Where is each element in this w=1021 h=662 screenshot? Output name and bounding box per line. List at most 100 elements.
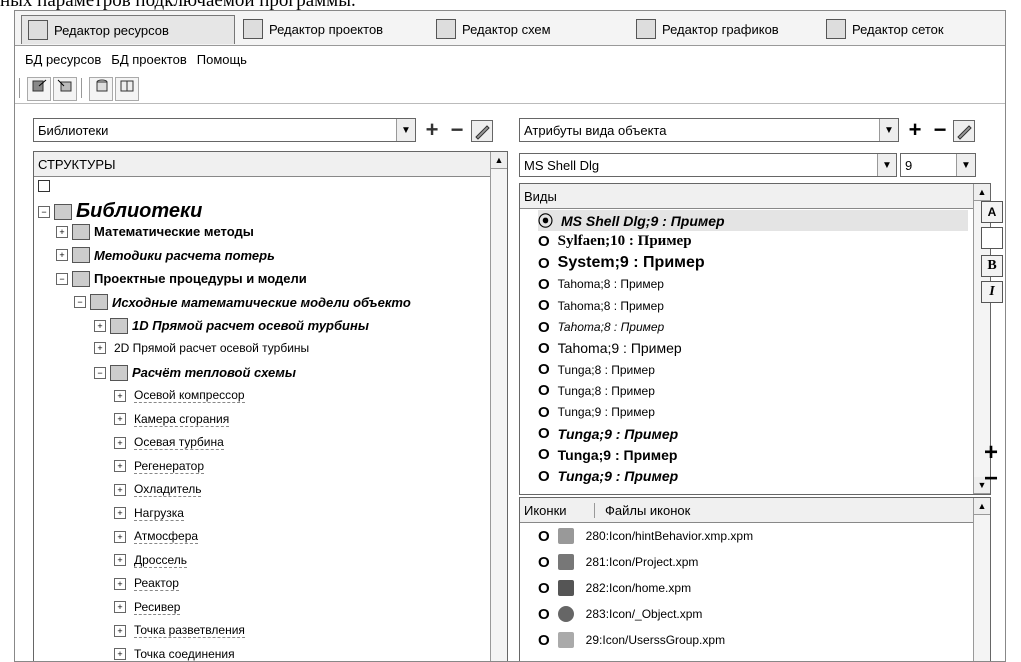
structures-scrollbar[interactable]: ▲ — [490, 152, 507, 661]
expand-toggle-icon[interactable]: + — [94, 319, 106, 332]
radio-icon[interactable]: O — [538, 632, 550, 649]
expand-toggle-icon[interactable]: + — [114, 554, 126, 566]
radio-icon[interactable]: O — [538, 404, 550, 421]
tree-item[interactable]: + Осевая турбина — [114, 435, 224, 450]
view-item[interactable]: O Tahoma;9 : Пример — [538, 338, 682, 359]
checkbox-box[interactable] — [38, 180, 50, 192]
view-item[interactable]: ⦿ MS Shell Dlg;9 : Пример — [538, 210, 968, 231]
import-button[interactable] — [53, 77, 77, 101]
tree-item[interactable]: − Расчёт тепловой схемы — [94, 364, 296, 381]
edit-library-button[interactable] — [471, 120, 493, 142]
expand-toggle-icon[interactable]: − — [56, 272, 68, 285]
tree-item[interactable]: + Точка соединения — [114, 647, 235, 661]
radio-icon[interactable]: O — [538, 554, 550, 571]
tree-item[interactable]: − Проектные процедуры и модели — [56, 270, 307, 287]
scroll-up-icon[interactable]: ▲ — [974, 184, 990, 201]
radio-icon[interactable]: O — [538, 580, 550, 597]
expand-toggle-icon[interactable]: + — [114, 624, 126, 637]
expand-toggle-icon[interactable]: + — [114, 483, 126, 496]
remove-library-button[interactable]: − — [445, 117, 469, 142]
tab-scheme-editor[interactable]: Редактор схем — [430, 17, 557, 41]
menu-help[interactable]: Помощь — [197, 52, 247, 67]
radio-icon[interactable]: O — [538, 255, 550, 272]
view-item[interactable]: O Tunga;8 : Пример — [538, 380, 655, 401]
view-item[interactable]: O Tunga;9 : Пример — [538, 402, 655, 423]
icon-file-item[interactable]: O 283:Icon/_Object.xpm — [538, 602, 702, 626]
color-button[interactable] — [981, 227, 1003, 249]
expand-toggle-icon[interactable]: + — [114, 601, 126, 613]
remove-attr-button[interactable]: − — [928, 117, 952, 142]
radio-icon[interactable]: O — [538, 382, 550, 399]
expand-toggle-icon[interactable]: + — [114, 413, 126, 425]
expand-toggle-icon[interactable]: + — [114, 507, 126, 519]
radio-icon[interactable]: O — [538, 446, 550, 463]
tree-item[interactable]: + Точка разветвления — [114, 623, 245, 638]
tree-item[interactable]: + Атмосфера — [114, 529, 199, 544]
radio-icon[interactable]: O — [538, 606, 550, 623]
icon-files-col-header[interactable]: Файлы иконок — [595, 503, 690, 518]
radio-icon[interactable]: O — [538, 340, 550, 357]
icon-file-item[interactable]: O 280:Icon/hintBehavior.xmp.xpm — [538, 524, 753, 548]
chevron-down-icon[interactable]: ▼ — [877, 154, 896, 176]
radio-icon[interactable]: O — [538, 319, 550, 336]
view-item[interactable]: O Tunga;9 : Пример — [538, 444, 677, 465]
tree-item[interactable]: + Осевой компрессор — [114, 388, 245, 403]
expand-toggle-icon[interactable]: + — [114, 436, 126, 449]
checkbox[interactable] — [38, 180, 50, 192]
font-select[interactable]: MS Shell Dlg ▼ — [519, 153, 897, 177]
tree-item[interactable]: + Нагрузка — [114, 506, 184, 521]
icons-scrollbar[interactable]: ▲ — [973, 498, 990, 661]
expand-toggle-icon[interactable]: − — [38, 205, 50, 218]
view-item[interactable]: O Tunga;9 : Пример — [538, 423, 678, 444]
scroll-up-icon[interactable]: ▲ — [491, 152, 507, 169]
tree-item[interactable]: + Ресивер — [114, 600, 181, 615]
font-style-button[interactable]: A — [981, 201, 1003, 223]
export-button[interactable] — [27, 77, 51, 101]
tab-graph-editor[interactable]: Редактор графиков — [630, 17, 785, 41]
scroll-up-icon[interactable]: ▲ — [974, 498, 990, 515]
expand-toggle-icon[interactable]: + — [114, 577, 126, 590]
attributes-select[interactable]: Атрибуты вида объекта ▼ — [519, 118, 899, 142]
expand-toggle-icon[interactable]: + — [114, 530, 126, 543]
radio-icon[interactable]: O — [538, 528, 550, 545]
tree-item[interactable]: + Математические методы — [56, 223, 254, 240]
chevron-down-icon[interactable]: ▼ — [879, 119, 898, 141]
view-item[interactable]: O Sylfaen;10 : Пример — [538, 231, 692, 252]
expand-toggle-icon[interactable]: + — [56, 249, 68, 261]
view-item[interactable]: O Tahoma;8 : Пример — [538, 317, 664, 338]
view-item[interactable]: O Tahoma;8 : Пример — [538, 295, 664, 316]
tree-item[interactable]: + Реактор — [114, 576, 179, 591]
tree-item[interactable]: − Библиотеки — [38, 200, 202, 223]
italic-button[interactable]: I — [981, 281, 1003, 303]
expand-toggle-icon[interactable]: − — [94, 366, 106, 379]
tree-item[interactable]: + Методики расчета потерь — [56, 247, 275, 263]
chevron-down-icon[interactable]: ▼ — [396, 119, 415, 141]
view-item[interactable]: O Tahoma;8 : Пример — [538, 274, 664, 295]
menu-project-db[interactable]: БД проектов — [111, 52, 186, 67]
radio-icon[interactable]: ⦿ — [538, 210, 553, 231]
tree-item[interactable]: +1D Прямой расчет осевой турбины — [94, 317, 369, 334]
tree-item[interactable]: + Дроссель — [114, 553, 188, 568]
icon-file-item[interactable]: O 281:Icon/Project.xpm — [538, 550, 698, 574]
radio-icon[interactable]: O — [538, 233, 550, 250]
expand-toggle-icon[interactable]: + — [56, 225, 68, 238]
tree-item[interactable]: + Регенератор — [114, 459, 205, 474]
radio-icon[interactable]: O — [538, 425, 550, 442]
add-attr-button[interactable]: + — [903, 117, 927, 142]
radio-icon[interactable]: O — [538, 297, 550, 314]
icons-col-header[interactable]: Иконки — [524, 502, 595, 518]
icon-file-item[interactable]: O 282:Icon/home.xpm — [538, 576, 691, 600]
radio-icon[interactable]: O — [538, 361, 550, 378]
view-item[interactable]: O Tunga;9 : Пример — [538, 466, 678, 487]
expand-toggle-icon[interactable]: − — [74, 296, 86, 308]
radio-icon[interactable]: O — [538, 468, 550, 485]
tab-grid-editor[interactable]: Редактор сеток — [820, 17, 950, 41]
add-library-button[interactable]: + — [420, 117, 444, 142]
add-view-button[interactable]: + — [981, 439, 1001, 466]
tab-project-editor[interactable]: Редактор проектов — [237, 17, 389, 41]
expand-toggle-icon[interactable]: + — [94, 342, 106, 354]
icon-file-item[interactable]: O 29:Icon/UserssGroup.xpm — [538, 628, 725, 652]
view-item[interactable]: O System;9 : Пример — [538, 253, 705, 274]
view-item[interactable]: O Tunga;8 : Пример — [538, 359, 655, 380]
tree-item[interactable]: + Охладитель — [114, 482, 202, 497]
